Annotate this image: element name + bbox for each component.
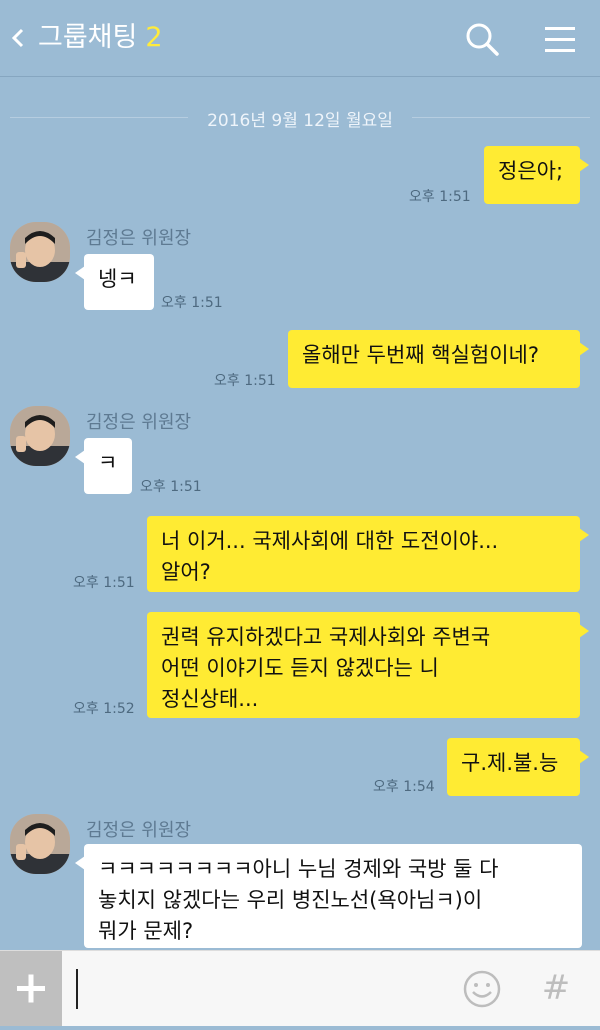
message-input-bar: # (0, 950, 600, 1026)
sender-name: 김정은 위원장 (86, 412, 192, 433)
avatar[interactable] (10, 222, 70, 282)
text-caret (76, 969, 78, 1009)
member-count: 2 (145, 22, 163, 53)
date-divider: 2016년 9월 12일 월요일 (10, 104, 590, 131)
message-time: 오후 1:51 (214, 373, 276, 389)
emoji-icon[interactable] (462, 969, 502, 1009)
message-bubble-me[interactable]: 정은아; (484, 146, 589, 204)
avatar-image (10, 222, 70, 282)
chat-header: 그룹채팅 2 (0, 0, 600, 77)
search-icon[interactable] (465, 22, 501, 56)
hash-icon[interactable]: # (538, 967, 574, 1009)
message-bubble-them[interactable]: ㅋ (75, 438, 132, 494)
message-time: 오후 1:54 (373, 779, 435, 795)
message-time: 오후 1:51 (161, 295, 223, 311)
message-bubble-them[interactable]: 넹ㅋ (75, 254, 154, 310)
avatar-image (10, 814, 70, 874)
chat-title: 그룹채팅 2 (38, 20, 163, 56)
avatar-image (10, 406, 70, 466)
menu-icon[interactable] (543, 22, 577, 56)
message-time: 오후 1:51 (73, 575, 135, 591)
message-time: 오후 1:52 (73, 701, 135, 717)
sender-name: 김정은 위원장 (86, 228, 192, 249)
back-chevron-icon[interactable] (8, 20, 28, 56)
sender-name: 김정은 위원장 (86, 820, 192, 841)
message-time: 오후 1:51 (409, 189, 471, 205)
chat-title-text: 그룹채팅 (38, 22, 138, 53)
plus-icon (17, 974, 45, 1003)
message-bubble-me[interactable]: 구.제.불.능 (447, 738, 589, 796)
message-input[interactable] (62, 951, 452, 1026)
message-bubble-me[interactable]: 올해만 두번째 핵실험이네? (288, 330, 589, 388)
message-bubble-me[interactable]: 권력 유지하겠다고 국제사회와 주변국 어떤 이야기도 듣지 않겠다는 니 정신… (147, 612, 589, 718)
avatar[interactable] (10, 406, 70, 466)
attach-button[interactable] (0, 951, 62, 1026)
date-divider-text: 2016년 9월 12일 월요일 (207, 111, 393, 131)
message-time: 오후 1:51 (140, 479, 202, 495)
avatar[interactable] (10, 814, 70, 874)
message-bubble-them[interactable]: ㅋㅋㅋㅋㅋㅋㅋㅋ아니 누님 경제와 국방 둘 다 놓치지 않겠다는 우리 병진노… (75, 844, 582, 948)
message-bubble-me[interactable]: 너 이거... 국제사회에 대한 도전이야... 알어? (147, 516, 589, 592)
